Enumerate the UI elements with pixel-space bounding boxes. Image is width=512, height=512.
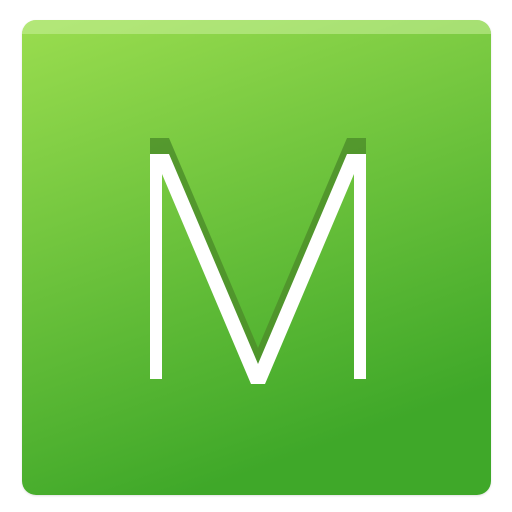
app-icon[interactable]: M xyxy=(22,20,491,495)
icon-background xyxy=(22,20,491,495)
m-letter-icon xyxy=(22,20,491,495)
icon-top-highlight xyxy=(22,20,491,34)
